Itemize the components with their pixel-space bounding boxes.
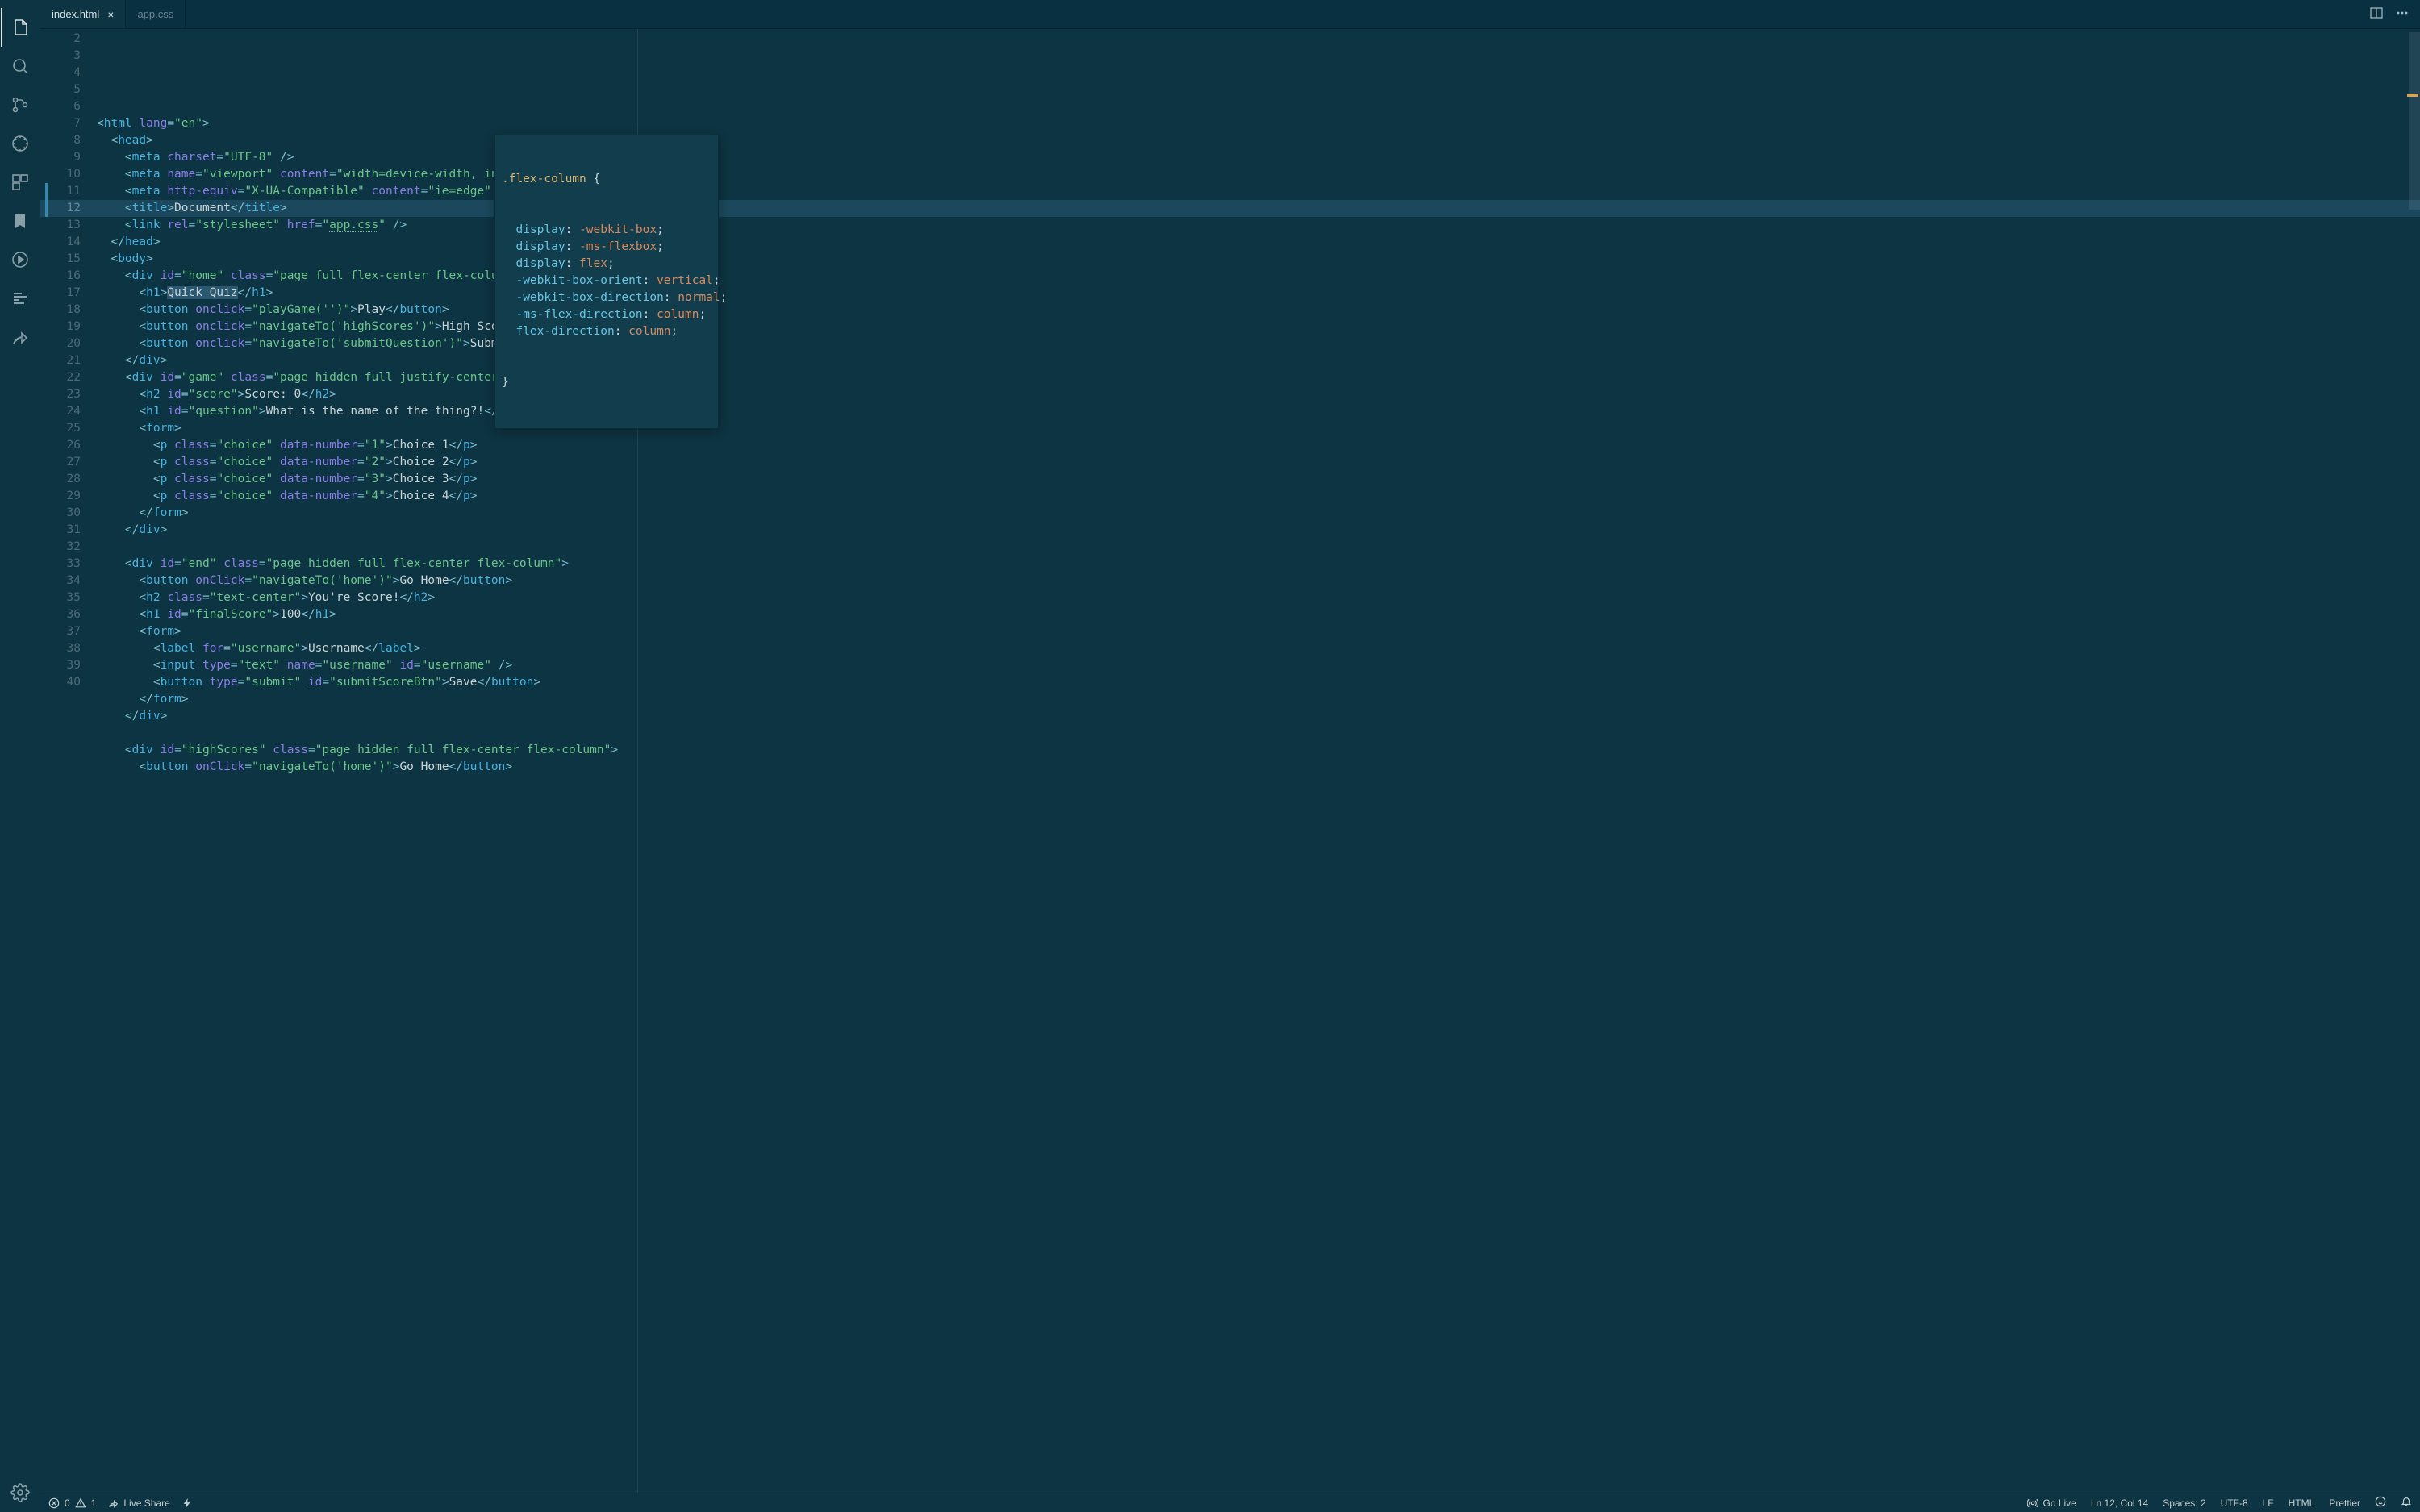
code-line: <form> — [97, 623, 2420, 640]
live-server-icon[interactable] — [1, 240, 40, 279]
code-line: <body> — [97, 251, 2420, 268]
code-line: <meta charset="UTF-8" /> — [97, 149, 2420, 166]
code-line: <meta http-equiv="X-UA-Compatible" conte… — [97, 183, 2420, 200]
code-line: <h1 id="finalScore">100</h1> — [97, 606, 2420, 623]
tab-label: app.css — [137, 8, 173, 20]
status-bar: 0 1 Live Share Go Live Ln 12, Col 14 Spa… — [40, 1493, 2420, 1512]
live-share-icon[interactable] — [1, 318, 40, 356]
code-line: <input type="text" name="username" id="u… — [97, 657, 2420, 674]
code-line: <link rel="stylesheet" href="app.css" /> — [97, 217, 2420, 234]
prettier-icon[interactable] — [1, 279, 40, 318]
scrollbar-thumb[interactable] — [2409, 32, 2420, 210]
status-encoding[interactable]: UTF-8 — [2221, 1497, 2248, 1509]
code-line: <div id="game" class="page hidden full j… — [97, 369, 2420, 386]
code-line: </div> — [97, 522, 2420, 539]
code-line: </form> — [97, 505, 2420, 522]
split-editor-icon[interactable] — [2370, 6, 2383, 23]
code-line: <p class="choice" data-number="4">Choice… — [97, 488, 2420, 505]
source-control-icon[interactable] — [1, 85, 40, 124]
minimap[interactable] — [2405, 29, 2420, 1493]
status-language[interactable]: HTML — [2289, 1497, 2315, 1509]
more-actions-icon[interactable] — [2396, 6, 2409, 23]
code-line: <button type="submit" id="submitScoreBtn… — [97, 674, 2420, 691]
explorer-icon[interactable] — [1, 8, 40, 47]
code-line: <p class="choice" data-number="3">Choice… — [97, 471, 2420, 488]
code-line: <meta name="viewport" content="width=dev… — [97, 166, 2420, 183]
code-line: </head> — [97, 234, 2420, 251]
code-line: <button onclick="navigateTo('highScores'… — [97, 319, 2420, 335]
tab-label: index.html — [52, 8, 99, 20]
code-line: <div id="highScores" class="page hidden … — [97, 742, 2420, 759]
gutter-modified-marker — [45, 183, 48, 217]
editor-tabs: index.html × app.css — [40, 0, 2420, 29]
tab-index-html[interactable]: index.html × — [40, 0, 126, 28]
code-line: <button onClick="navigateTo('home')">Go … — [97, 573, 2420, 589]
code-line: <label for="username">Username</label> — [97, 640, 2420, 657]
code-line: </div> — [97, 352, 2420, 369]
code-line: <div id="home" class="page full flex-cen… — [97, 268, 2420, 285]
code-line: </div> — [97, 708, 2420, 725]
status-bolt[interactable] — [182, 1497, 193, 1509]
code-line: <div id="end" class="page hidden full fl… — [97, 556, 2420, 573]
line-gutter: 2345678910111213141516171819202122232425… — [40, 29, 97, 1493]
status-position[interactable]: Ln 12, Col 14 — [2091, 1497, 2148, 1509]
code-line: <h1>Quick Quiz</h1> — [97, 285, 2420, 302]
code-line: <html lang="en"> — [97, 115, 2420, 132]
debug-icon[interactable] — [1, 124, 40, 163]
feedback-icon[interactable] — [2375, 1496, 2386, 1510]
activity-bar — [0, 0, 40, 1512]
code-line: <p class="choice" data-number="2">Choice… — [97, 454, 2420, 471]
code-line: <h2 class="text-center">You're Score!</h… — [97, 589, 2420, 606]
code-line — [97, 725, 2420, 742]
code-line: <button onclick="playGame('')">Play</but… — [97, 302, 2420, 319]
status-formatter[interactable]: Prettier — [2329, 1497, 2360, 1509]
code-line: <h2 id="score">Score: 0</h2> — [97, 386, 2420, 403]
bookmark-icon[interactable] — [1, 202, 40, 240]
code-line: <p class="choice" data-number="1">Choice… — [97, 437, 2420, 454]
code-line: <button onclick="navigateTo('submitQuest… — [97, 335, 2420, 352]
css-hover-tooltip: .flex-column { display: -webkit-box; dis… — [494, 135, 719, 429]
code-line: <title>Document</title> — [97, 200, 2420, 217]
code-line: <h1 id="question">What is the name of th… — [97, 403, 2420, 420]
hover-selector: .flex-column — [502, 173, 586, 185]
settings-icon[interactable] — [1, 1473, 40, 1512]
search-icon[interactable] — [1, 47, 40, 85]
extensions-icon[interactable] — [1, 163, 40, 202]
status-spaces[interactable]: Spaces: 2 — [2163, 1497, 2205, 1509]
code-line: <button onClick="navigateTo('home')">Go … — [97, 759, 2420, 776]
code-line: <head> — [97, 132, 2420, 149]
status-live-share[interactable]: Live Share — [107, 1497, 169, 1509]
status-problems[interactable]: 0 1 — [48, 1497, 96, 1509]
code-line: </form> — [97, 691, 2420, 708]
close-icon[interactable]: × — [107, 8, 114, 21]
code-line: <form> — [97, 420, 2420, 437]
code-editor[interactable]: 2345678910111213141516171819202122232425… — [40, 29, 2420, 1493]
status-eol[interactable]: LF — [2263, 1497, 2274, 1509]
status-go-live[interactable]: Go Live — [2027, 1497, 2076, 1509]
tab-app-css[interactable]: app.css — [126, 0, 186, 28]
code-line — [97, 539, 2420, 556]
notifications-icon[interactable] — [2401, 1496, 2412, 1510]
